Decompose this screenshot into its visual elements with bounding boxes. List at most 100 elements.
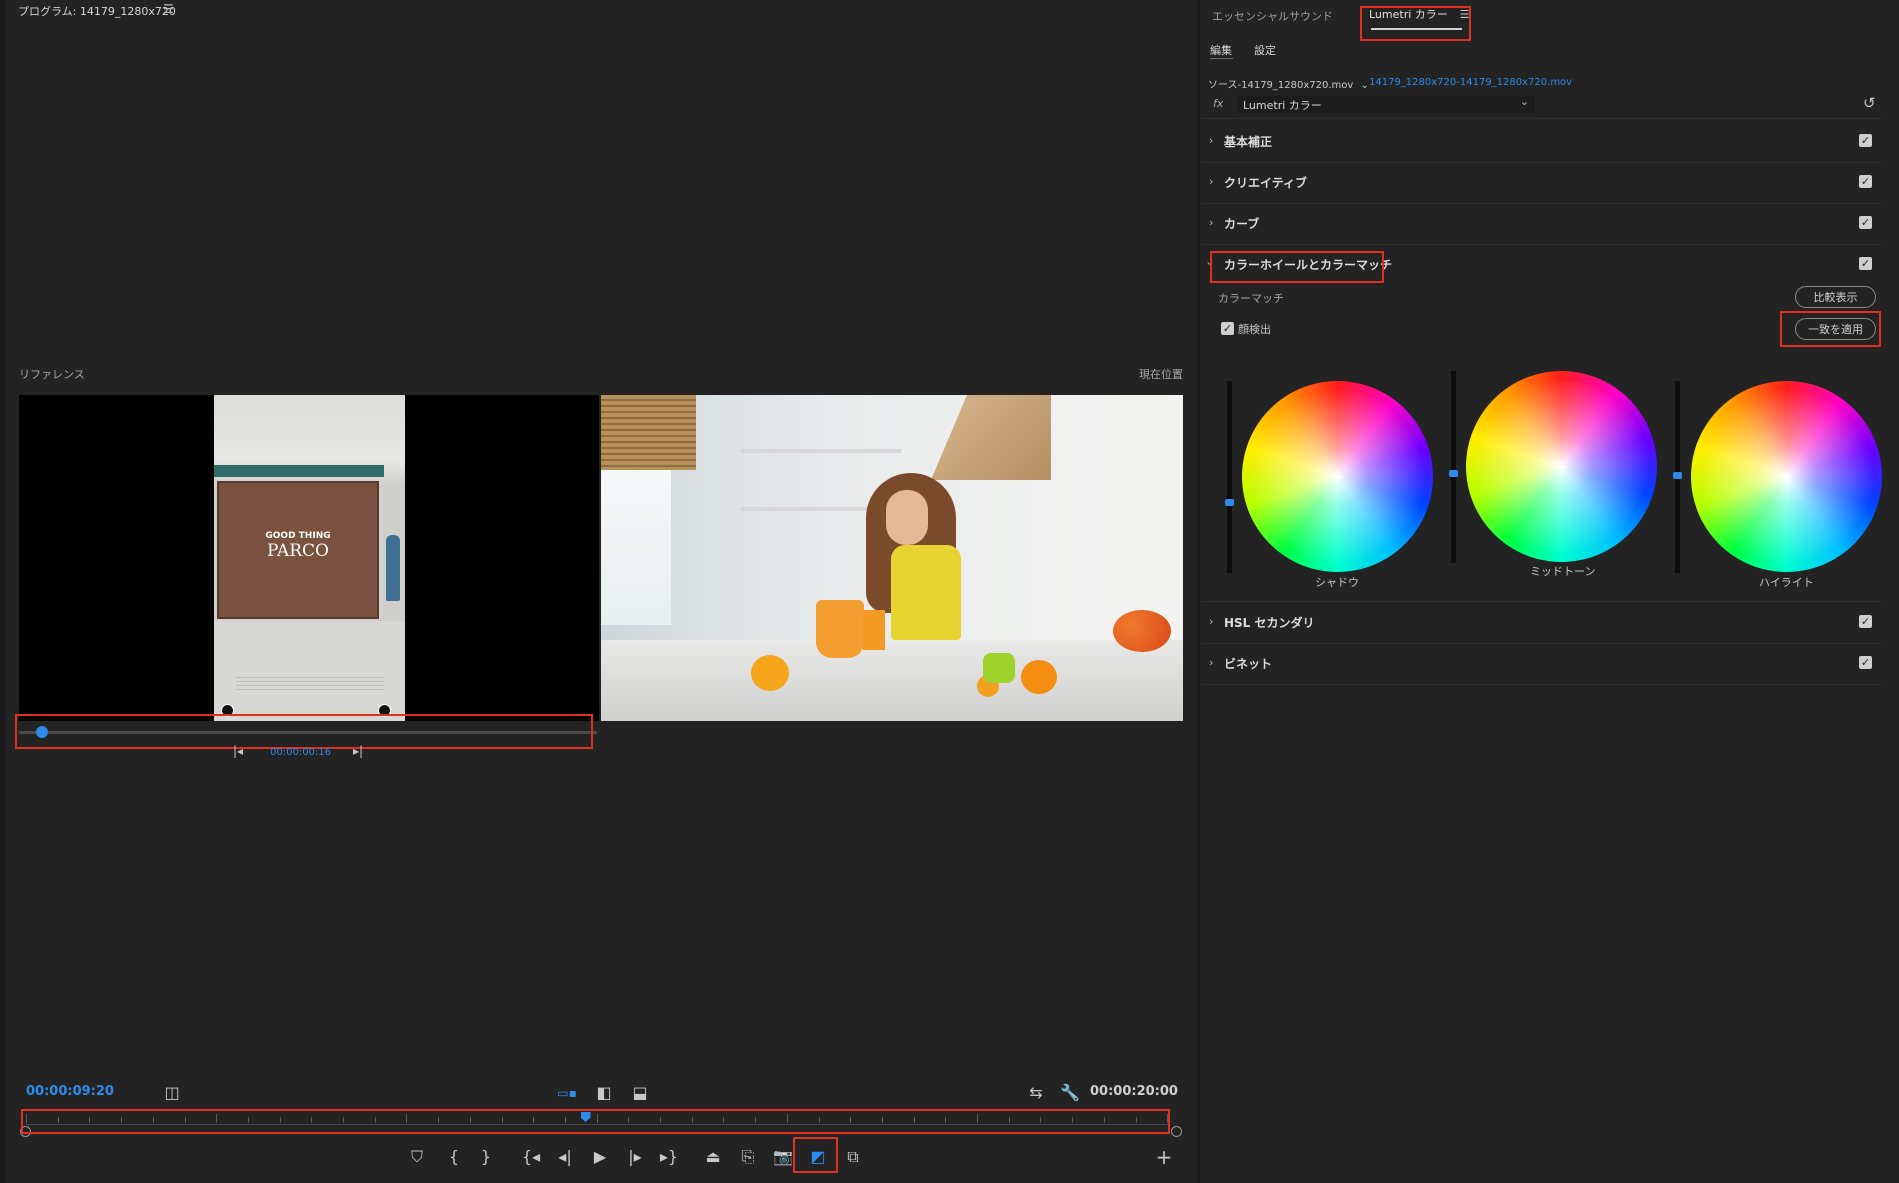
mark-in-icon[interactable]: { bbox=[442, 1147, 466, 1167]
midtones-wheel[interactable]: + bbox=[1466, 371, 1657, 562]
left-panel-edge bbox=[0, 0, 5, 1183]
counter bbox=[601, 640, 1183, 721]
chevron-right-icon: › bbox=[1209, 615, 1214, 628]
section-enable-checkbox[interactable]: ✓ bbox=[1859, 257, 1872, 270]
window-blind bbox=[601, 395, 696, 470]
section-hsl-secondary[interactable]: › HSL セカンダリ ✓ bbox=[1202, 602, 1882, 644]
step-back-icon[interactable]: ◂| bbox=[553, 1147, 577, 1167]
reset-icon[interactable]: ↺ bbox=[1863, 94, 1876, 112]
section-enable-checkbox[interactable]: ✓ bbox=[1859, 216, 1872, 229]
shadows-slider-handle[interactable] bbox=[1225, 499, 1234, 506]
play-icon[interactable]: ▶ bbox=[588, 1147, 612, 1167]
reference-image: GOOD THING PARCO bbox=[214, 395, 405, 721]
toggle-multicam-icon[interactable]: ⧉ bbox=[841, 1147, 865, 1167]
highlight-timeline bbox=[21, 1109, 1170, 1134]
sign-line2: PARCO bbox=[267, 541, 329, 561]
section-basic-correction[interactable]: › 基本補正 ✓ bbox=[1202, 121, 1882, 163]
effect-select-value: Lumetri カラー bbox=[1243, 99, 1322, 112]
current-position-label: 現在位置 bbox=[1139, 368, 1183, 381]
add-button-icon[interactable]: + bbox=[1152, 1147, 1176, 1167]
subtab-settings[interactable]: 設定 bbox=[1254, 42, 1276, 58]
fx-badge: fx bbox=[1213, 97, 1224, 110]
ref-step-forward-icon[interactable]: ▸| bbox=[353, 744, 363, 758]
source-clip-label: ソース-14179_1280x720.mov bbox=[1208, 80, 1354, 91]
effect-select[interactable]: Lumetri カラー ⌄ bbox=[1237, 95, 1535, 113]
compare-view-button[interactable]: 比較表示 bbox=[1795, 286, 1876, 308]
swap-icon[interactable]: ⇆ bbox=[1024, 1083, 1048, 1103]
highlights-slider[interactable] bbox=[1673, 381, 1682, 573]
duration-timecode: 00:00:20:00 bbox=[1090, 1084, 1178, 1099]
highlights-label: ハイライト bbox=[1759, 576, 1814, 589]
ref-timecode[interactable]: 00:00:00:16 bbox=[270, 747, 331, 758]
shadows-label: シャドウ bbox=[1315, 576, 1359, 589]
storefront-sign: GOOD THING PARCO bbox=[219, 531, 377, 561]
highlight-color-wheels-section bbox=[1210, 251, 1384, 283]
section-label: HSL セカンダリ bbox=[1224, 616, 1315, 630]
color-match-label: カラーマッチ bbox=[1218, 292, 1284, 305]
storefront-awning bbox=[214, 465, 384, 477]
section-enable-checkbox[interactable]: ✓ bbox=[1859, 656, 1872, 669]
chevron-right-icon: › bbox=[1209, 134, 1214, 147]
chevron-right-icon: › bbox=[1209, 175, 1214, 188]
program-monitor-title[interactable]: プログラム: 14179_1280x720 bbox=[18, 3, 176, 19]
chevron-down-icon: ⌄ bbox=[1360, 80, 1369, 91]
highlight-reference-scrub bbox=[15, 714, 593, 749]
wheel-center-icon[interactable]: + bbox=[1779, 466, 1794, 487]
horizontal-split-icon[interactable]: ⬓ bbox=[628, 1083, 652, 1103]
mark-out-icon[interactable]: } bbox=[474, 1147, 498, 1167]
sequence-clip-link[interactable]: 14179_1280x720-14179_1280x720.mov bbox=[1369, 77, 1572, 88]
fit-settings-icon[interactable]: ◫ bbox=[160, 1083, 184, 1103]
side-by-side-icon[interactable]: ▭▪ bbox=[555, 1083, 579, 1103]
header-separator bbox=[1202, 118, 1882, 119]
shadows-wheel[interactable]: + bbox=[1242, 381, 1433, 572]
section-curves[interactable]: › カーブ ✓ bbox=[1202, 203, 1882, 245]
current-timecode[interactable]: 00:00:09:20 bbox=[26, 1084, 114, 1099]
tab-essential-sound[interactable]: エッセンシャルサウンド bbox=[1212, 8, 1333, 24]
wrench-icon[interactable]: 🔧 bbox=[1058, 1083, 1082, 1103]
orange-1 bbox=[751, 655, 789, 691]
section-label: 基本補正 bbox=[1224, 135, 1273, 149]
section-label: クリエイティブ bbox=[1224, 176, 1308, 190]
face-detection-checkbox[interactable]: ✓ bbox=[1221, 322, 1234, 335]
chevron-right-icon: › bbox=[1209, 656, 1214, 669]
highlight-apply-match bbox=[1780, 311, 1881, 347]
go-to-out-icon[interactable]: ▸} bbox=[657, 1147, 681, 1167]
wheel-center-icon[interactable]: + bbox=[1330, 466, 1345, 487]
timeline-end-handle[interactable] bbox=[1171, 1126, 1182, 1137]
chevron-down-icon: ⌄ bbox=[1519, 95, 1529, 108]
export-frame-icon[interactable]: 📷 bbox=[771, 1147, 795, 1167]
section-enable-checkbox[interactable]: ✓ bbox=[1859, 134, 1872, 147]
midtones-slider-handle[interactable] bbox=[1449, 470, 1458, 477]
lift-icon[interactable]: ⏏ bbox=[701, 1147, 725, 1167]
range-hood bbox=[931, 395, 1051, 480]
section-vignette[interactable]: › ビネット ✓ bbox=[1202, 643, 1882, 685]
section-enable-checkbox[interactable]: ✓ bbox=[1859, 175, 1872, 188]
person-figure bbox=[386, 535, 400, 601]
section-creative[interactable]: › クリエイティブ ✓ bbox=[1202, 162, 1882, 204]
shadows-slider[interactable] bbox=[1225, 381, 1234, 573]
sign-line1: GOOD THING bbox=[265, 531, 331, 541]
highlight-comparison-button bbox=[793, 1137, 838, 1173]
add-marker-icon[interactable]: ⛉ bbox=[405, 1147, 429, 1167]
step-forward-icon[interactable]: |▸ bbox=[623, 1147, 647, 1167]
shelf-upper bbox=[741, 449, 901, 453]
section-label: ビネット bbox=[1224, 657, 1273, 671]
section-enable-checkbox[interactable]: ✓ bbox=[1859, 615, 1872, 628]
ref-step-back-icon[interactable]: |◂ bbox=[233, 744, 243, 758]
highlight-lumetri-tab bbox=[1360, 6, 1471, 41]
subtab-edit[interactable]: 編集 bbox=[1210, 42, 1232, 58]
go-to-in-icon[interactable]: {◂ bbox=[519, 1147, 543, 1167]
orange-2 bbox=[1021, 660, 1057, 694]
highlights-slider-handle[interactable] bbox=[1673, 472, 1682, 479]
highlights-wheel[interactable]: + bbox=[1691, 381, 1882, 572]
wheel-center-icon[interactable]: + bbox=[1554, 456, 1569, 477]
extract-icon[interactable]: ⎘ bbox=[736, 1147, 760, 1167]
storefront-window: GOOD THING PARCO bbox=[217, 481, 379, 619]
current-frame bbox=[601, 395, 1183, 721]
vertical-split-icon[interactable]: ◧ bbox=[592, 1083, 616, 1103]
source-clip-select[interactable]: ソース-14179_1280x720.mov ⌄ bbox=[1208, 76, 1369, 91]
midtones-slider[interactable] bbox=[1449, 371, 1458, 563]
juicer bbox=[983, 653, 1015, 683]
reference-frame: GOOD THING PARCO bbox=[19, 395, 599, 721]
panel-menu-icon[interactable]: ☰ bbox=[163, 2, 174, 16]
